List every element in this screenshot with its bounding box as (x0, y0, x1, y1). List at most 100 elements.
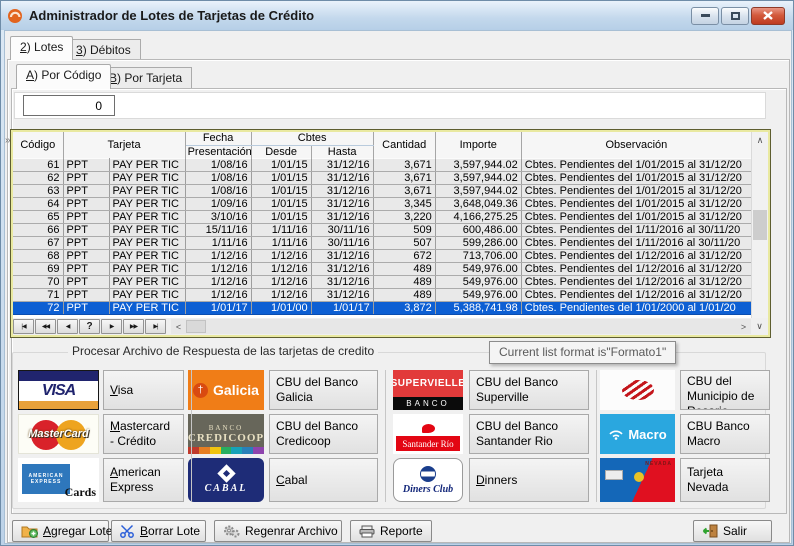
subtab-por-tarjeta[interactable]: B) Por Tarjeta (99, 67, 192, 89)
municipio-rosario-logo (600, 370, 675, 410)
grid-cell: PAY PER TIC (109, 171, 185, 184)
grid-cell: 31/12/16 (311, 275, 373, 288)
grid-nav-button[interactable]: ▶ (101, 319, 122, 334)
grid-cell: 489 (373, 288, 435, 301)
regenerar-archivo-button[interactable]: Regenrar Archivo (214, 520, 342, 542)
col-header-presentacion[interactable]: Presentación (185, 145, 251, 158)
col-header-fecha[interactable]: Fecha (185, 132, 251, 145)
tab-debitos[interactable]: 3) Débitos (66, 39, 141, 60)
grid-row[interactable]: 65PPTPAY PER TIC3/10/161/01/1531/12/163,… (13, 210, 751, 223)
credicoop-logo-text: CREDICOOP (188, 432, 264, 444)
grid-vertical-scrollbar[interactable]: ∧ (751, 132, 768, 318)
grid-row[interactable]: 69PPTPAY PER TIC1/12/161/12/1631/12/1648… (13, 262, 751, 275)
grid-cell: 4,166,275.25 (435, 210, 521, 223)
diners-circle-icon (420, 466, 436, 482)
col-header-observacion[interactable]: Observación (521, 132, 751, 158)
grid-row[interactable]: 71PPTPAY PER TIC1/12/161/12/1631/12/1648… (13, 288, 751, 301)
grid-nav-button[interactable]: ▶| (145, 319, 166, 334)
cbu-banco-supervielle-button[interactable]: CBU del Banco Superville (469, 370, 589, 410)
grid-cell: 3,597,944.02 (435, 158, 521, 171)
grid-row[interactable]: 62PPTPAY PER TIC1/08/161/01/1531/12/163,… (13, 171, 751, 184)
col-header-hasta[interactable]: Hasta (311, 145, 373, 158)
grid-cell: 31/12/16 (311, 249, 373, 262)
galicia-cross-icon: † (193, 383, 208, 398)
grid-cell: PPT (63, 223, 109, 236)
santander-logo-text: Santander Río (396, 436, 460, 451)
tab-lotes[interactable]: 2) Lotes (10, 36, 73, 60)
grid-row[interactable]: 61PPTPAY PER TIC1/08/161/01/1531/12/163,… (13, 158, 751, 171)
grid-cell: 1/08/16 (185, 171, 251, 184)
cabal-diamond-icon (217, 464, 235, 482)
col-header-desde[interactable]: Desde (251, 145, 311, 158)
grid-nav-button[interactable]: ? (79, 319, 100, 334)
grid-cell: 1/11/16 (251, 236, 311, 249)
dinners-button[interactable]: Dinners (469, 458, 589, 502)
grid-cell: 1/09/16 (185, 197, 251, 210)
grid-row[interactable]: 64PPTPAY PER TIC1/09/161/01/1531/12/163,… (13, 197, 751, 210)
borrar-lote-button[interactable]: Borrar Lote (111, 520, 206, 542)
american-express-button[interactable]: American Express (103, 458, 184, 502)
grid-nav-button[interactable]: ▶▶ (123, 319, 144, 334)
cbu-banco-santander-rio-button[interactable]: CBU del Banco Santander Rio (469, 414, 589, 454)
grid-cell: 3,597,944.02 (435, 184, 521, 197)
grid-cell: 62 (13, 171, 63, 184)
grid-nav-button[interactable]: ◀ (57, 319, 78, 334)
grid-table-area: Código Tarjeta Fecha Cbtes Cantidad Impo… (13, 132, 751, 318)
cbu-banco-credicoop-button[interactable]: CBU del Banco Credicoop (269, 414, 378, 454)
visa-logo: VISA (18, 370, 99, 410)
grid-cell: 31/12/16 (311, 262, 373, 275)
grid-cell: 507 (373, 236, 435, 249)
col-header-codigo[interactable]: Código (13, 132, 63, 158)
macro-logo-text: Macro (628, 427, 666, 442)
grid-cell: 69 (13, 262, 63, 275)
close-button[interactable] (751, 7, 785, 25)
grid-cell: PPT (63, 301, 109, 314)
grid-cell: 489 (373, 275, 435, 288)
salir-button[interactable]: Salir (693, 520, 772, 542)
grid-cell: Cbtes. Pendientes del 1/11/2016 al 30/11… (521, 236, 751, 249)
cbu-banco-galicia-button[interactable]: CBU del Banco Galicia (269, 370, 378, 410)
minimize-button[interactable] (691, 7, 719, 25)
grid-horizontal-scrollbar[interactable]: < > (171, 319, 751, 334)
grid-row[interactable]: 63PPTPAY PER TIC1/08/161/01/1531/12/163,… (13, 184, 751, 197)
cabal-button[interactable]: Cabal (269, 458, 378, 502)
grid-cell: 1/12/16 (251, 249, 311, 262)
grid-row[interactable]: 68PPTPAY PER TIC1/12/161/12/1631/12/1667… (13, 249, 751, 262)
grid-cell: 61 (13, 158, 63, 171)
cbu-banco-macro-button[interactable]: CBU Banco Macro (680, 414, 770, 454)
grid-row[interactable]: 72PPTPAY PER TIC1/01/171/01/001/01/173,8… (13, 301, 751, 314)
scroll-down-icon[interactable]: ∨ (751, 319, 768, 334)
grid-cell: PPT (63, 158, 109, 171)
grid-cell: 1/11/16 (185, 236, 251, 249)
visa-button[interactable]: Visa (103, 370, 184, 410)
grid-nav-button[interactable]: |◀ (13, 319, 34, 334)
list-format-tooltip: Current list format is"Formato1" (489, 341, 676, 364)
mastercard-credito-button[interactable]: Mastercard - Crédito (103, 414, 184, 454)
vertical-scroll-thumb[interactable] (753, 210, 767, 240)
scroll-left-icon[interactable]: < (171, 319, 186, 334)
agregar-lote-button[interactable]: Agregar Lote (12, 520, 109, 542)
reporte-button[interactable]: Reporte (350, 520, 432, 542)
grid-cell: 71 (13, 288, 63, 301)
grid-cell: 1/01/17 (311, 301, 373, 314)
horizontal-scroll-thumb[interactable] (186, 320, 206, 333)
scroll-up-icon[interactable]: ∧ (752, 132, 768, 148)
grid-row[interactable]: 66PPTPAY PER TIC15/11/161/11/1630/11/165… (13, 223, 751, 236)
grid-cell: 1/01/00 (251, 301, 311, 314)
grid-nav-button[interactable]: ◀◀ (35, 319, 56, 334)
scroll-right-icon[interactable]: > (736, 319, 751, 334)
col-header-tarjeta[interactable]: Tarjeta (63, 132, 185, 158)
subtab-por-codigo[interactable]: A) Por Código (16, 64, 111, 89)
grid-row[interactable]: 70PPTPAY PER TIC1/12/161/12/1631/12/1648… (13, 275, 751, 288)
mastercard-logo: MasterCard (18, 414, 99, 454)
cbu-municipio-rosario-button[interactable]: CBU del Municipio de Rosario (680, 370, 770, 410)
maximize-button[interactable] (721, 7, 749, 25)
col-header-cbtes[interactable]: Cbtes (251, 132, 373, 145)
codigo-filter-input[interactable] (23, 95, 115, 116)
col-header-importe[interactable]: Importe (435, 132, 521, 158)
lotes-grid: Código Tarjeta Fecha Cbtes Cantidad Impo… (10, 129, 771, 338)
tarjeta-nevada-button[interactable]: Tarjeta Nevada (680, 458, 770, 502)
grid-cell: Cbtes. Pendientes del 1/12/2016 al 31/12… (521, 262, 751, 275)
grid-row[interactable]: 67PPTPAY PER TIC1/11/161/11/1630/11/1650… (13, 236, 751, 249)
col-header-cantidad[interactable]: Cantidad (373, 132, 435, 158)
